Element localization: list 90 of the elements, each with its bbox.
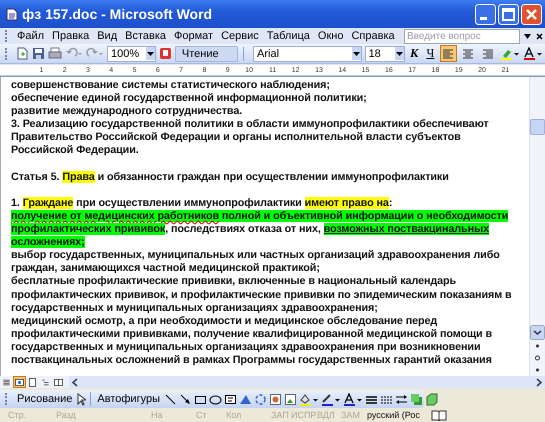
dropdown-icon[interactable] <box>524 34 531 38</box>
arrow-icon[interactable] <box>179 392 192 406</box>
menu-item[interactable]: Справка <box>347 30 399 42</box>
text-line: государственных и муниципальных организациях здравоохранения при возникновении <box>11 340 482 354</box>
status-field: ЗАМ <box>341 410 367 420</box>
status-field: ЗАП <box>271 410 291 420</box>
help-field[interactable]: Введите вопрос <box>404 28 520 44</box>
text-box-icon[interactable] <box>224 392 237 406</box>
font-size-combo[interactable]: 18 <box>364 46 405 62</box>
fill-color-icon[interactable] <box>299 392 319 406</box>
dropdown-icon[interactable] <box>352 47 361 60</box>
printer-icon[interactable] <box>48 47 62 60</box>
status-field: ВДЛ <box>317 410 341 420</box>
font-color-icon[interactable] <box>522 47 543 60</box>
menu-item[interactable]: Сервис <box>217 30 263 42</box>
status-field: Ст <box>196 410 226 420</box>
text-line: профилактическими прививками, получение квалифицированной медицинской помощи в <box>11 328 493 341</box>
text-line: совершенствование системы статистического наблюдения; <box>11 79 331 92</box>
align-left-button[interactable] <box>440 45 457 62</box>
text-line: обеспечение единой государственной информационной политики; <box>11 92 368 106</box>
view-web-icon <box>14 376 25 388</box>
menu-item[interactable]: Вставка <box>121 30 170 42</box>
text-line: бесплатные профилактические прививки, включенные в национальный календарь <box>11 275 458 288</box>
reading-button[interactable]: Чтение <box>174 46 238 62</box>
menu-item[interactable]: Вид <box>93 30 122 42</box>
vertical-scrollbar[interactable] <box>529 77 545 376</box>
picture-insert-icon[interactable] <box>284 392 297 406</box>
scroll-down-icon[interactable] <box>530 325 545 340</box>
align-right-icon <box>481 46 496 60</box>
view-print-icon <box>27 376 38 388</box>
italic-button[interactable]: К <box>408 46 421 62</box>
drawing-menu[interactable]: Рисование <box>15 393 74 405</box>
help-book-icon[interactable] <box>158 47 172 60</box>
text-line: профилактических прививок, и профилактические прививки по эпидемическим показаниям в <box>11 288 513 302</box>
menu-item[interactable]: Таблица <box>262 30 314 42</box>
view-print-button[interactable] <box>26 376 39 388</box>
font-color-icon[interactable] <box>343 392 363 406</box>
maximize-icon[interactable] <box>498 4 519 24</box>
text-line: выбор государственных, муниципальных или частных организаций здравоохранения либо <box>11 249 501 262</box>
new-document-icon[interactable] <box>16 47 29 60</box>
text-line: Правительство Российской Федерации и органы исполнительной власти субъектов <box>11 131 462 144</box>
text-line: граждан, занимающихся частной медицинской практикой; <box>11 262 321 276</box>
autoshapes-menu[interactable]: Автофигуры <box>95 393 162 405</box>
text-line: 1. Граждане при осуществлении иммунопрофилактики имеют право на: <box>11 196 394 210</box>
arrow-style-icon[interactable] <box>395 392 408 406</box>
oval-icon[interactable] <box>209 392 222 406</box>
line-icon[interactable] <box>164 392 177 406</box>
minimize-icon[interactable] <box>475 4 496 24</box>
text-line: развитие международного сотрудничества. <box>11 105 244 118</box>
status-field: Разд <box>56 410 151 420</box>
view-reading-button[interactable] <box>52 376 65 388</box>
status-field: На <box>151 410 196 420</box>
window-title: фз 157.doc - Microsoft Word <box>22 6 214 22</box>
align-center-icon <box>461 46 476 60</box>
text-line: медицинский осмотр, а при необходимости и медицинское обследование перед <box>11 314 438 328</box>
diagram-icon[interactable] <box>254 392 267 406</box>
line-color-icon[interactable] <box>321 392 341 406</box>
horizontal-scrollbar[interactable] <box>69 376 545 388</box>
zoom-combo[interactable]: 100% <box>107 46 156 62</box>
clipart-icon[interactable] <box>269 392 282 406</box>
menu-item[interactable]: Файл <box>13 30 48 42</box>
save-icon[interactable] <box>32 47 45 60</box>
view-web-button[interactable] <box>13 376 26 388</box>
dropdown-icon[interactable] <box>394 47 404 60</box>
text-line: Статья 5. Права и обязанности граждан при осуществлении иммунопрофилактики <box>11 170 450 184</box>
text-line: 3. Реализацию государственной политики в области иммунопрофилактики обеспечивают <box>11 118 490 132</box>
text-line: Российской Федерации. <box>11 144 140 158</box>
align-left-icon <box>441 46 456 60</box>
font-combo[interactable]: Arial <box>253 46 362 62</box>
pointer-icon[interactable] <box>76 392 86 406</box>
text-line: государственных и муниципальных организациях здравоохранения; <box>11 302 379 315</box>
scroll-thumb[interactable] <box>530 119 545 135</box>
menu-item[interactable]: Окно <box>314 30 348 42</box>
text-line: поствакцинальных осложнений в рамках Программы государственных гарантий оказания <box>11 354 493 368</box>
text-line: получение от медицинских работников полной и объективной информации о необходимости <box>11 210 510 224</box>
dropdown-icon[interactable] <box>146 47 155 60</box>
document-icon[interactable] <box>6 8 18 20</box>
status-field: русский (Рос <box>367 410 427 420</box>
view-reading-icon <box>53 376 64 388</box>
spelling-book-icon[interactable] <box>431 409 447 421</box>
status-field: Кол <box>226 410 271 420</box>
underline-button[interactable]: Ч <box>424 46 437 62</box>
menu-item[interactable]: Формат <box>170 30 218 42</box>
wordart-icon[interactable] <box>239 392 252 406</box>
close-icon[interactable] <box>536 32 543 40</box>
menu-item[interactable]: Правка <box>48 30 94 42</box>
status-field: Стр. <box>0 410 56 420</box>
3d-style-icon[interactable] <box>425 392 438 406</box>
highlighter-icon[interactable] <box>500 47 520 60</box>
status-field: ИСПР <box>291 410 317 420</box>
